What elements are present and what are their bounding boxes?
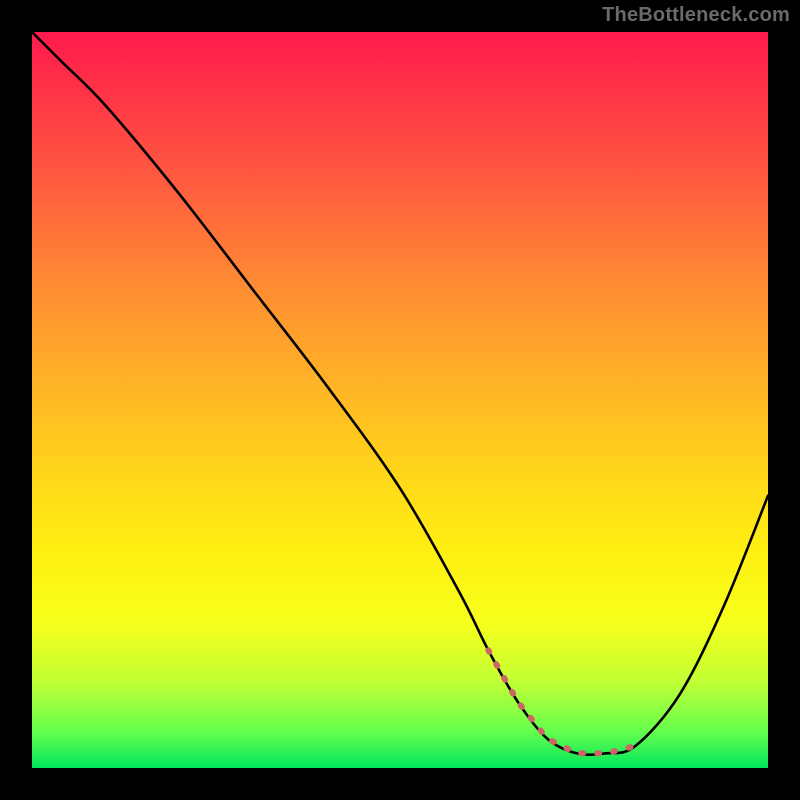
chart-frame: TheBottleneck.com (0, 0, 800, 800)
bottleneck-curve (32, 32, 768, 755)
watermark-text: TheBottleneck.com (602, 4, 790, 27)
valley-highlight (488, 650, 635, 753)
bottleneck-curve-svg (32, 32, 768, 768)
plot-area (32, 32, 768, 768)
